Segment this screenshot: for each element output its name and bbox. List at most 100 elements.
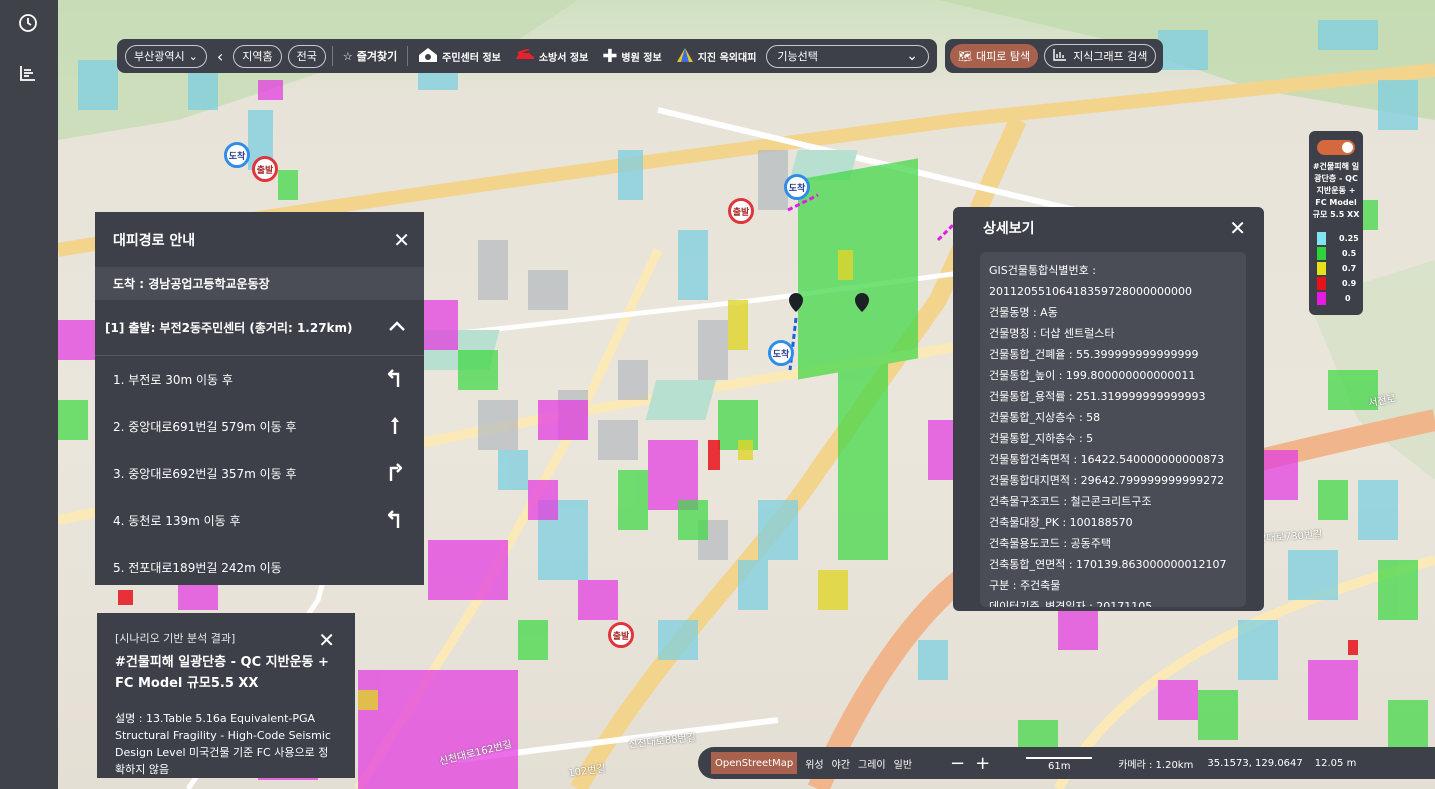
coordinates: 35.1573, 129.0647 [1207, 757, 1303, 769]
quake-info-label: 지진 옥외대피 [697, 52, 757, 64]
fire-info-label: 소방서 정보 [538, 52, 589, 64]
chevron-down-icon: ⌄ [906, 48, 919, 64]
knowledge-graph-search-button[interactable]: 지식그래프 검색 [1044, 44, 1157, 68]
evac-search-label: 대피로 탐색 [975, 50, 1031, 63]
shelter-info-button[interactable]: 주민센터 정보 [414, 42, 505, 70]
detail-row: 건물통합_지상층수 : 58 [989, 411, 1101, 424]
arrive-marker[interactable]: 도착 [768, 340, 794, 366]
camera-height: 카메라 : 1.20km [1118, 759, 1194, 771]
detail-row: 건물명칭 : 더샵 센트럴스타 [989, 327, 1115, 340]
list-chart-icon[interactable] [15, 60, 41, 86]
legend-swatch [1317, 262, 1326, 275]
detail-row: 건물통합대지면적 : 29642.799999999999272 [989, 474, 1225, 487]
close-icon[interactable]: ✕ [393, 230, 410, 250]
feature-select[interactable]: 기능선택 ⌄ [766, 44, 930, 68]
detail-row: 20112055106418359728000000000 [989, 285, 1192, 298]
star-icon: ☆ [342, 49, 353, 63]
scenario-subtitle: [시나리오 기반 분석 결과] [115, 632, 236, 645]
basemap-osm-button[interactable]: OpenStreetMap [711, 752, 798, 774]
local-home-button[interactable]: 지역홈 [233, 44, 282, 68]
detail-row: 건축통합_연면적 : 170139.863000000012107 [989, 558, 1227, 571]
search-toolbar: 🗺 대피로 탐색 지식그래프 검색 [945, 39, 1163, 73]
arrive-marker[interactable]: 도착 [224, 142, 250, 168]
detail-row: 건물통합_지하층수 : 5 [989, 432, 1094, 445]
scenario-result-panel: [시나리오 기반 분석 결과] ✕ #건물피해 일광단층 - QC 지반운동 +… [97, 613, 355, 778]
favorites-button[interactable]: ☆ 즐겨찾기 [339, 42, 401, 70]
detail-row: 건물동명 : A동 [989, 306, 1058, 319]
legend-value: 0.5 [1342, 249, 1357, 258]
fire-station-info-button[interactable]: 소방서 정보 [511, 42, 592, 70]
legend-value: 0.7 [1342, 264, 1357, 273]
turn-left-icon [387, 369, 402, 390]
legend-swatch [1317, 292, 1326, 305]
legend-value: 0 [1345, 294, 1351, 303]
favorites-label: 즐겨찾기 [356, 50, 398, 63]
basemap-gray-button[interactable]: 그레이 [858, 756, 886, 771]
region-select[interactable]: 부산광역시 ⌄ [125, 44, 207, 68]
scale-label: 61m [1047, 761, 1071, 772]
route-step[interactable]: 5. 전포대로189번길 242m 이동 [95, 544, 424, 591]
route-step-text: 3. 중앙대로692번길 357m 이동 후 [113, 467, 297, 481]
route-step[interactable]: 1. 부전로 30m 이동 후 [95, 356, 424, 403]
legend-toggle[interactable] [1317, 140, 1355, 155]
detail-row: 데이터기준_변경일자 : 20171105 [989, 600, 1153, 607]
arrive-marker[interactable]: 도착 [784, 174, 810, 200]
map-status-bar: OpenStreetMap 위성 야간 그레이 일반 − + 61m 카메라 :… [698, 747, 1435, 779]
shelter-info-label: 주민센터 정보 [442, 52, 501, 64]
fire-truck-icon [515, 47, 535, 64]
detail-row: 구분 : 주건축물 [989, 579, 1061, 592]
route-step[interactable]: 4. 동천로 139m 이동 후 [95, 497, 424, 544]
hospital-info-button[interactable]: ✚ 병원 정보 [598, 42, 665, 70]
route-departure-label: [1] 출발: 부전2동주민센터 (총거리: 1.27km) [105, 321, 353, 335]
kg-search-label: 지식그래프 검색 [1073, 50, 1148, 63]
route-step-text: 1. 부전로 30m 이동 후 [113, 373, 233, 387]
hospital-cross-icon: ✚ [602, 45, 618, 67]
toggle-knob [1342, 142, 1353, 153]
legend-swatch [1317, 247, 1326, 260]
scale-line [1026, 757, 1093, 759]
depart-marker[interactable]: 출발 [728, 198, 754, 224]
route-panel-title: 대피경로 안내 [113, 232, 196, 249]
evacuation-search-button[interactable]: 🗺 대피로 탐색 [950, 44, 1039, 68]
close-icon[interactable]: ✕ [318, 630, 335, 650]
route-step[interactable]: 3. 중앙대로692번길 357m 이동 후 [95, 450, 424, 497]
basemap-general-button[interactable]: 일반 [894, 756, 912, 771]
turn-left-icon [387, 510, 402, 531]
left-rail [0, 0, 58, 789]
detail-row: GIS건물통합식별번호 : [989, 264, 1096, 277]
house-icon [418, 47, 438, 66]
basemap-satellite-button[interactable]: 위성 [805, 756, 823, 771]
top-toolbar: 부산광역시 ⌄ ‹ 지역홈 전국 ☆ 즐겨찾기 주민센터 정보 소방서 정보 ✚… [117, 39, 937, 73]
basemap-night-button[interactable]: 야간 [832, 756, 850, 771]
map-icon: 🗺 [958, 49, 972, 63]
detail-row: 건물통합_용적률 : 251.319999999999993 [989, 390, 1206, 403]
local-home-label: 지역홈 [242, 50, 273, 63]
route-destination: 도착 : 경남공업고등학교운동장 [95, 267, 424, 300]
route-step-text: 2. 중앙대로691번길 579m 이동 후 [113, 420, 297, 434]
close-icon[interactable]: ✕ [1229, 218, 1246, 238]
detail-row: 건물통합건축면적 : 16422.540000000000873 [989, 453, 1225, 466]
zoom-in-button[interactable]: + [975, 753, 990, 774]
turn-right-icon [388, 463, 403, 484]
bar-chart-icon [1053, 48, 1067, 64]
chevron-up-icon[interactable] [388, 320, 406, 335]
scenario-title: #건물피해 일광단층 - QC 지반운동 + FC Model 규모5.5 XX [115, 655, 329, 691]
detail-row: 건물통합_높이 : 199.800000000000011 [989, 369, 1196, 382]
scenario-description: 설명 : 13.Table 5.16a Equivalent-PGA Struc… [115, 712, 331, 776]
history-clock-icon[interactable] [15, 10, 41, 36]
route-step-text: 4. 동천로 139m 이동 후 [113, 514, 241, 528]
detail-row: 건축물용도코드 : 공동주택 [989, 537, 1112, 550]
zoom-out-button[interactable]: − [950, 753, 965, 774]
detail-panel-title: 상세보기 [983, 221, 1035, 237]
route-step[interactable]: 2. 중앙대로691번길 579m 이동 후 [95, 403, 424, 450]
national-button[interactable]: 전국 [287, 44, 326, 68]
detail-body[interactable]: GIS건물통합식별번호 : 20112055106418359728000000… [980, 252, 1246, 607]
national-label: 전국 [296, 50, 317, 63]
depart-marker[interactable]: 출발 [608, 622, 634, 648]
back-arrow-icon[interactable]: ‹ [213, 42, 227, 70]
legend-swatch [1317, 277, 1326, 290]
route-departure-header[interactable]: [1] 출발: 부전2동주민센터 (총거리: 1.27km) [95, 300, 424, 356]
divider [407, 46, 409, 66]
depart-marker[interactable]: 출발 [252, 156, 278, 182]
earthquake-shelter-button[interactable]: 지진 옥외대피 [672, 42, 761, 70]
